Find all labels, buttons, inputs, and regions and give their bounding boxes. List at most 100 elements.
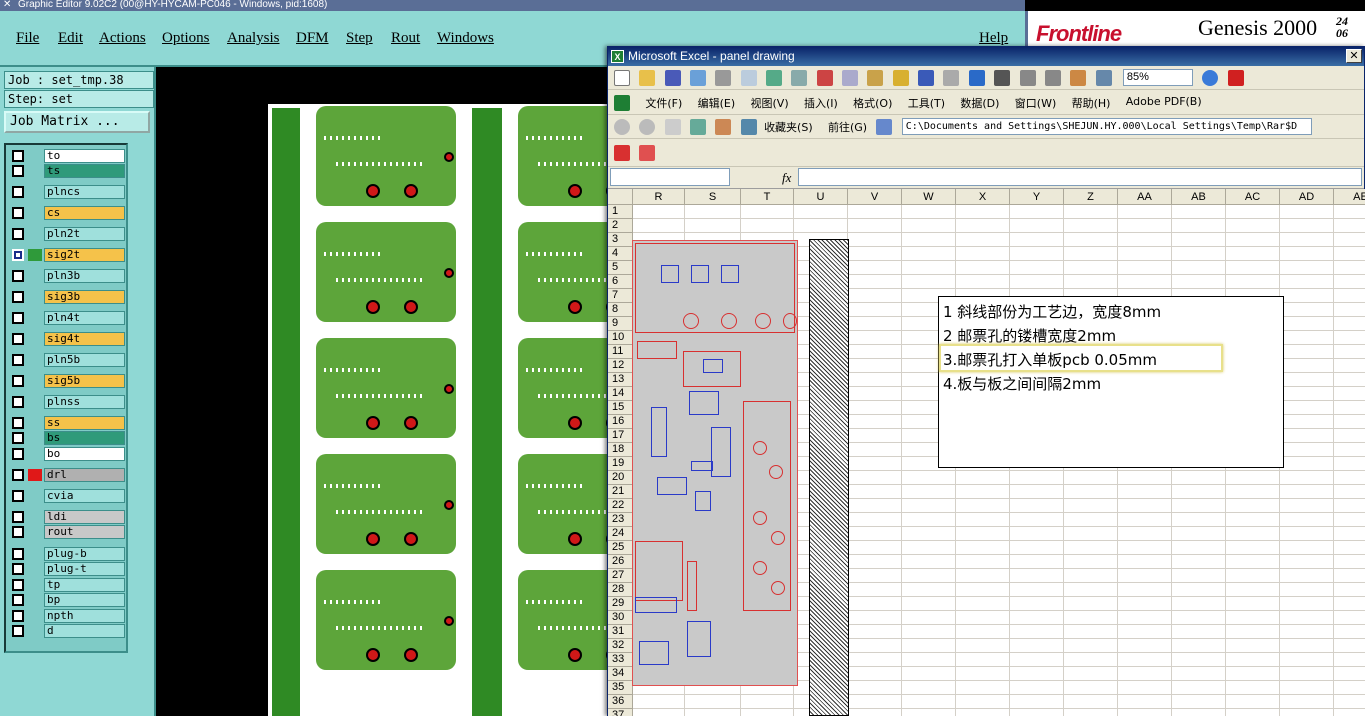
menu-data-cn[interactable]: 数据(D) — [960, 95, 999, 111]
pcb-drawing-image[interactable] — [632, 240, 798, 686]
cut-icon[interactable] — [816, 70, 833, 86]
layer-checkbox[interactable] — [12, 417, 24, 429]
layer-checkbox[interactable] — [12, 291, 24, 303]
layer-row-plug-b[interactable]: plug-b — [9, 547, 125, 561]
layer-row-sig4t[interactable]: sig4t — [9, 332, 125, 346]
layer-row-npth[interactable]: npth — [9, 609, 125, 623]
layer-row-ts[interactable]: ts — [9, 164, 125, 178]
layer-checkbox[interactable] — [12, 375, 24, 387]
layer-name[interactable]: plug-b — [44, 547, 125, 561]
drawing-icon[interactable] — [1095, 70, 1112, 86]
layer-checkbox[interactable] — [12, 526, 24, 538]
layer-name[interactable]: cvia — [44, 489, 125, 503]
copy-icon[interactable] — [842, 70, 859, 86]
job-matrix-button[interactable]: Job Matrix ... — [4, 111, 150, 133]
layer-checkbox[interactable] — [12, 579, 24, 591]
paste-icon[interactable] — [867, 70, 884, 86]
layer-name[interactable]: drl — [44, 468, 125, 482]
notes-textbox[interactable]: 1 斜线部份为工艺边，宽度8mm 2 邮票孔的镂槽宽度2mm 3.邮票孔打入单板… — [938, 296, 1284, 468]
row-header[interactable]: 3 — [608, 233, 633, 247]
help-icon[interactable] — [1202, 70, 1219, 86]
layer-checkbox[interactable] — [12, 165, 24, 177]
row-header[interactable]: 34 — [608, 667, 633, 681]
layer-row-pln2t[interactable]: pln2t — [9, 227, 125, 241]
layer-name[interactable]: sig3b — [44, 290, 125, 304]
row-header[interactable]: 14 — [608, 387, 633, 401]
menu-options[interactable]: Options — [162, 30, 210, 47]
menu-help-cn[interactable]: 帮助(H) — [1072, 95, 1111, 111]
menu-step[interactable]: Step — [346, 30, 373, 47]
column-header[interactable]: AA — [1118, 189, 1172, 205]
row-header[interactable]: 33 — [608, 653, 633, 667]
layer-name[interactable]: bp — [44, 593, 125, 607]
layer-checkbox[interactable] — [12, 432, 24, 444]
row-header[interactable]: 36 — [608, 695, 633, 709]
font-color-icon[interactable] — [1227, 70, 1244, 86]
layer-name[interactable]: npth — [44, 609, 125, 623]
row-header[interactable]: 2 — [608, 219, 633, 233]
row-header[interactable]: 35 — [608, 681, 633, 695]
layer-checkbox[interactable] — [12, 490, 24, 502]
column-header[interactable]: Z — [1064, 189, 1118, 205]
layer-checkbox[interactable] — [12, 270, 24, 282]
redo-icon[interactable] — [943, 70, 960, 86]
row-header[interactable]: 27 — [608, 569, 633, 583]
zoom-select[interactable]: 85% — [1122, 69, 1193, 86]
layer-row-rout[interactable]: rout — [9, 525, 125, 539]
row-header[interactable]: 10 — [608, 331, 633, 345]
row-header[interactable]: 25 — [608, 541, 633, 555]
select-all-corner[interactable] — [608, 189, 633, 205]
layer-row-cvia[interactable]: cvia — [9, 489, 125, 503]
layer-name[interactable]: bs — [44, 431, 125, 445]
layer-checkbox[interactable] — [12, 396, 24, 408]
row-header[interactable]: 23 — [608, 513, 633, 527]
menu-format-cn[interactable]: 格式(O) — [853, 95, 892, 111]
column-header[interactable]: AC — [1226, 189, 1280, 205]
layer-row-bo[interactable]: bo — [9, 447, 125, 461]
layer-checkbox[interactable] — [12, 563, 24, 575]
chart-wizard-icon[interactable] — [1070, 70, 1087, 86]
menu-file[interactable]: File — [16, 30, 39, 47]
layer-row-pln4t[interactable]: pln4t — [9, 311, 125, 325]
format-painter-icon[interactable] — [892, 70, 909, 86]
layer-row-pln5b[interactable]: pln5b — [9, 353, 125, 367]
layer-name[interactable]: plug-t — [44, 562, 125, 576]
layer-name[interactable]: pln3b — [44, 269, 125, 283]
menu-actions[interactable]: Actions — [99, 30, 146, 47]
layer-row-bp[interactable]: bp — [9, 593, 125, 607]
layer-row-d[interactable]: d — [9, 624, 125, 638]
layer-name[interactable]: to — [44, 149, 125, 163]
sort-asc-icon[interactable] — [1019, 70, 1036, 86]
menu-view-cn[interactable]: 视图(V) — [751, 95, 789, 111]
column-header[interactable]: V — [848, 189, 902, 205]
row-header[interactable]: 18 — [608, 443, 633, 457]
formula-input[interactable] — [798, 168, 1362, 186]
layer-row-pln3b[interactable]: pln3b — [9, 269, 125, 283]
layer-checkbox[interactable] — [12, 469, 24, 481]
layer-row-ss[interactable]: ss — [9, 416, 125, 430]
row-header[interactable]: 16 — [608, 415, 633, 429]
refresh-icon[interactable] — [690, 119, 707, 135]
layer-name[interactable]: ts — [44, 164, 125, 178]
column-header[interactable]: U — [794, 189, 848, 205]
column-header[interactable]: R — [633, 189, 685, 205]
menu-windows[interactable]: Windows — [437, 30, 494, 47]
layer-checkbox[interactable] — [12, 186, 24, 198]
layer-name[interactable]: pln4t — [44, 311, 125, 325]
menu-file-cn[interactable]: 文件(F) — [645, 95, 682, 111]
layer-checkbox[interactable] — [12, 228, 24, 240]
layer-checkbox[interactable] — [12, 625, 24, 637]
menu-tools-cn[interactable]: 工具(T) — [908, 95, 945, 111]
layer-name[interactable]: plnss — [44, 395, 125, 409]
menu-adobe-pdf[interactable]: Adobe PDF(B) — [1126, 95, 1202, 108]
layer-checkbox[interactable] — [12, 312, 24, 324]
search-web-icon[interactable] — [740, 119, 757, 135]
layer-row-bs[interactable]: bs — [9, 431, 125, 445]
go-menu[interactable]: 前往(G) — [828, 119, 867, 135]
layer-checkbox[interactable] — [12, 207, 24, 219]
layer-checkbox[interactable] — [12, 511, 24, 523]
show-web-toolbar-icon[interactable] — [876, 119, 893, 135]
layer-row-ldi[interactable]: ldi — [9, 510, 125, 524]
layer-row-drl[interactable]: drl — [9, 468, 125, 482]
row-header[interactable]: 19 — [608, 457, 633, 471]
